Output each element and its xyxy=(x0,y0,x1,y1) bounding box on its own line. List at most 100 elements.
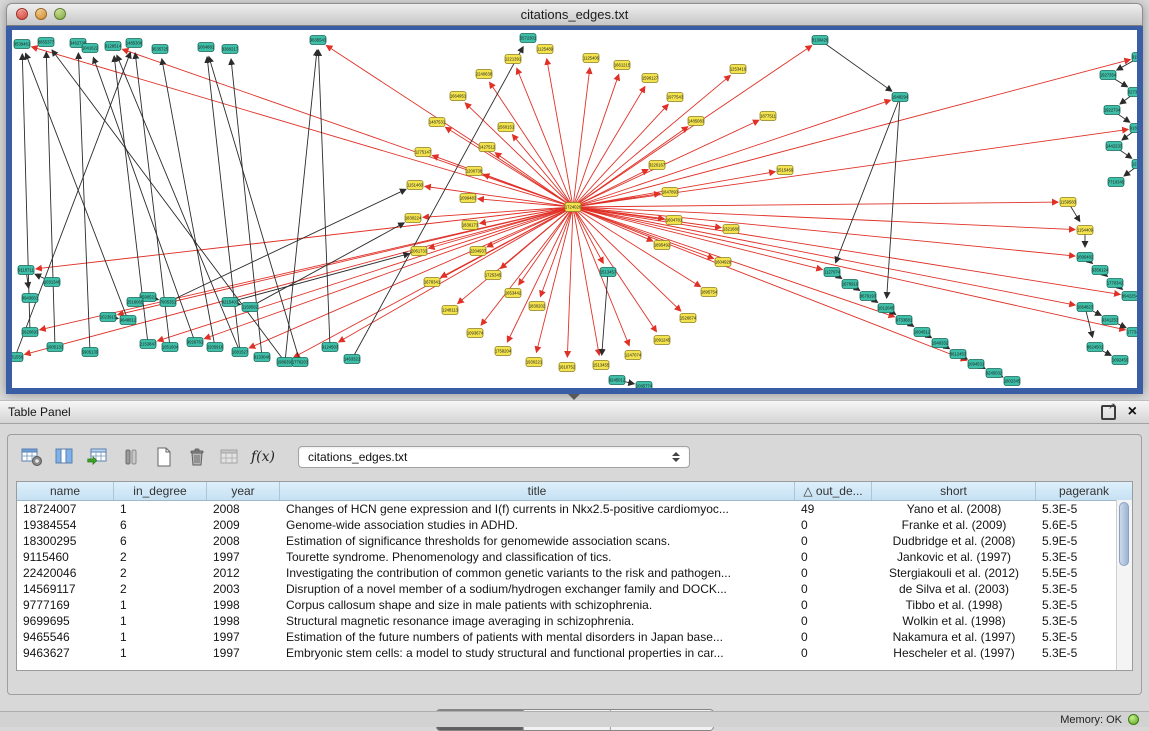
graph-node[interactable]: 9061556 xyxy=(12,353,24,362)
graph-node[interactable]: 9245032 xyxy=(986,369,1003,378)
graph-node[interactable]: 1253419 xyxy=(730,65,747,74)
graph-node[interactable]: 1678341 xyxy=(424,278,441,287)
table-row[interactable]: 1938455462009Genome-wide association stu… xyxy=(17,517,1132,533)
table-row[interactable]: 969969511998Structural magnetic resonanc… xyxy=(17,613,1132,629)
graph-node[interactable]: 1664951 xyxy=(450,92,467,101)
graph-node[interactable]: 1081527 xyxy=(232,348,249,357)
graph-node[interactable]: 1150562 xyxy=(242,303,259,312)
graph-node[interactable]: 1485083 xyxy=(688,117,705,126)
graph-node[interactable]: 1604929 xyxy=(715,258,732,267)
graph-node[interactable]: 1653442 xyxy=(505,289,522,298)
graph-node[interactable]: 1154409 xyxy=(1077,226,1094,235)
graph-node[interactable]: 9245012 xyxy=(609,376,626,385)
graph-node[interactable]: 1604512 xyxy=(914,328,931,337)
graph-node[interactable]: 1125489 xyxy=(537,45,554,54)
graph-node[interactable]: 9128514 xyxy=(105,42,122,51)
graph-node[interactable]: 1023915 xyxy=(100,313,117,322)
graph-node[interactable]: 1526674 xyxy=(680,314,697,323)
table-row[interactable]: 1872400712008Changes of HCN gene express… xyxy=(17,501,1132,517)
column-header-name[interactable]: name xyxy=(17,482,114,500)
graph-node[interactable]: 2061733 xyxy=(411,247,428,256)
graph-node[interactable]: 1830224 xyxy=(405,214,422,223)
graph-node[interactable]: 9539461 xyxy=(14,40,31,49)
graph-node[interactable]: 1725345 xyxy=(485,271,502,280)
delete-table-button[interactable] xyxy=(183,444,211,470)
table-row[interactable]: 946362711997Embryonic stem cells: a mode… xyxy=(17,645,1132,661)
graph-node[interactable]: 2240638 xyxy=(476,70,493,79)
graph-node[interactable]: 1012045 xyxy=(878,304,895,313)
minimize-window-button[interactable] xyxy=(35,8,47,20)
graph-node[interactable]: 9356124 xyxy=(1092,266,1109,275)
close-panel-icon[interactable]: × xyxy=(1128,405,1137,419)
graph-node[interactable]: 7905351 xyxy=(160,298,177,307)
graph-node[interactable]: 1485306 xyxy=(126,39,143,48)
graph-node[interactable]: 9133046 xyxy=(254,353,271,362)
column-header-out_degree[interactable]: △ out_de... xyxy=(795,482,872,500)
graph-node[interactable]: 1092450 xyxy=(1112,356,1129,365)
graph-node[interactable]: 1221391 xyxy=(505,55,522,64)
graph-node[interactable]: 1679919 xyxy=(842,280,859,289)
graph-node[interactable]: 8130426 xyxy=(812,36,829,45)
graph-node[interactable]: 1905133 xyxy=(47,343,64,352)
graph-node[interactable]: 1724026 xyxy=(565,203,582,212)
table-settings-button[interactable] xyxy=(18,444,46,470)
zoom-window-button[interactable] xyxy=(54,8,66,20)
graph-node[interactable]: 8943001 xyxy=(22,294,39,303)
graph-node[interactable]: 2204937 xyxy=(470,247,487,256)
graph-node[interactable]: 2516065 xyxy=(127,298,144,307)
function-builder-button[interactable]: f(x) xyxy=(249,444,277,470)
graph-node[interactable]: 1770342 xyxy=(1107,279,1124,288)
graph-node[interactable]: 8942254 xyxy=(1122,292,1137,301)
graph-node[interactable]: 8624501 xyxy=(1087,343,1104,352)
graph-node[interactable]: 1442233 xyxy=(1106,142,1123,151)
graph-node[interactable]: 1513455 xyxy=(593,361,610,370)
graph-node[interactable]: 1051604 xyxy=(162,343,179,352)
table-row[interactable]: 1456911722003Disruption of a novel membe… xyxy=(17,581,1132,597)
graph-node[interactable]: 9360217 xyxy=(222,45,239,54)
graph-node[interactable]: 1159583 xyxy=(1060,198,1077,207)
graph-node[interactable]: 1321680 xyxy=(723,225,740,234)
graph-node[interactable]: 9341253 xyxy=(1102,316,1119,325)
graph-node[interactable]: 1661215 xyxy=(614,61,631,70)
graph-node[interactable]: 8612453 xyxy=(950,350,967,359)
column-header-pagerank[interactable]: pagerank xyxy=(1036,482,1132,500)
graph-node[interactable]: 1560151 xyxy=(498,123,515,132)
graph-node[interactable]: 1596127 xyxy=(642,74,659,83)
graph-node[interactable]: 9635543 xyxy=(310,36,327,45)
graph-node[interactable]: 1977543 xyxy=(667,93,684,102)
graph-node[interactable]: 9110711 xyxy=(18,266,35,275)
column-header-in_degree[interactable]: in_degree xyxy=(114,482,207,500)
graph-node[interactable]: 1802345 xyxy=(1004,377,1021,386)
column-header-title[interactable]: title xyxy=(280,482,795,500)
network-canvas-svg[interactable]: 1724026 1125489 1221391 2240638 1664951 14875… xyxy=(12,30,1137,388)
graph-node[interactable]: 1940332 xyxy=(932,339,949,348)
graph-node[interactable]: 1927354 xyxy=(1100,71,1117,80)
graph-node[interactable]: 1091245 xyxy=(654,336,671,345)
graph-node[interactable]: 1922734 xyxy=(1104,106,1121,115)
graph-node[interactable]: 1247074 xyxy=(625,351,642,360)
table-row[interactable]: 946554611997Estimation of the future num… xyxy=(17,629,1132,645)
graph-node[interactable]: 9535725 xyxy=(152,45,169,54)
graph-node[interactable]: 1127074 xyxy=(824,268,841,277)
table-row[interactable]: 911546021997Tourette syndrome. Phenomeno… xyxy=(17,549,1132,565)
graph-node[interactable]: 9215403 xyxy=(222,298,239,307)
graph-node[interactable]: 1830202 xyxy=(529,302,546,311)
graph-node[interactable]: 1610752 xyxy=(559,363,576,372)
graph-node[interactable]: 2620693 xyxy=(22,328,39,337)
table-row[interactable]: 977716911998Corpus callosum shape and si… xyxy=(17,597,1132,613)
graph-node[interactable]: 1463321 xyxy=(344,355,361,364)
graph-node[interactable]: 9150341 xyxy=(1132,53,1137,62)
table-selector-combo[interactable]: citations_edges.txt xyxy=(298,446,690,468)
graph-node[interactable]: 9733681 xyxy=(896,316,913,325)
table-row[interactable]: 2242004622012Investigating the contribut… xyxy=(17,565,1132,581)
graph-node[interactable]: 1647893 xyxy=(662,188,679,197)
window-titlebar[interactable]: citations_edges.txt xyxy=(6,3,1143,26)
graph-node[interactable]: 1758204 xyxy=(495,347,512,356)
graph-node[interactable]: 1487531 xyxy=(429,118,446,127)
graph-node[interactable]: 1210334 xyxy=(1132,160,1137,169)
graph-node[interactable]: 1877511 xyxy=(760,112,777,121)
graph-node[interactable]: 8273544 xyxy=(1128,88,1137,97)
graph-node[interactable]: 9026761 xyxy=(187,338,204,347)
graph-node[interactable]: 1151460 xyxy=(407,181,424,190)
graph-node[interactable]: 1064881 xyxy=(198,43,215,52)
